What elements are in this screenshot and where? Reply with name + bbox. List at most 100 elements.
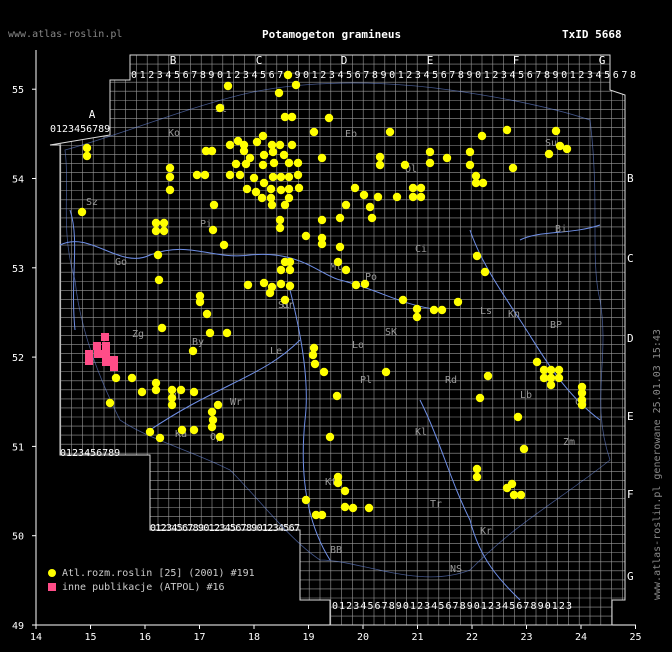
record-dot-atlas xyxy=(335,242,345,252)
record-dot-atlas xyxy=(333,257,343,267)
record-dot-atlas xyxy=(267,200,277,210)
record-dot-atlas xyxy=(231,159,241,169)
record-dot-atlas xyxy=(551,126,561,136)
record-dot-atlas xyxy=(167,385,177,395)
y-tick-label: 53 xyxy=(12,264,24,275)
record-dot-atlas xyxy=(375,152,385,162)
region-label: Sz xyxy=(86,197,98,208)
record-dot-atlas xyxy=(400,160,410,170)
record-dot-atlas xyxy=(259,278,269,288)
record-dot-atlas xyxy=(159,226,169,236)
record-dot-atlas xyxy=(192,170,202,180)
x-tick-label: 22 xyxy=(466,632,478,643)
record-dot-atlas xyxy=(284,184,294,194)
record-dot-atlas xyxy=(137,387,147,397)
yellow-dot-icon xyxy=(48,569,56,577)
atpol-row-label: F xyxy=(627,488,634,501)
region-label: BP xyxy=(550,320,562,331)
record-dot-atlas xyxy=(151,385,161,395)
record-square-atpol xyxy=(101,333,109,341)
region-label: Lo xyxy=(352,340,364,351)
y-tick-label: 55 xyxy=(12,85,24,96)
x-tick-label: 17 xyxy=(193,632,205,643)
record-dot-atlas xyxy=(412,312,422,322)
record-dot-atlas xyxy=(276,172,286,182)
record-dot-atlas xyxy=(301,495,311,505)
record-dot-atlas xyxy=(348,503,358,513)
record-dot-atlas xyxy=(317,153,327,163)
record-dot-atlas xyxy=(258,160,268,170)
record-dot-atlas xyxy=(437,305,447,315)
record-dot-atlas xyxy=(546,380,556,390)
record-dot-atlas xyxy=(279,150,289,160)
record-dot-atlas xyxy=(577,400,587,410)
record-dot-atlas xyxy=(241,159,251,169)
region-label: Kl xyxy=(415,427,427,438)
record-dot-atlas xyxy=(546,365,556,375)
country-border xyxy=(64,82,611,578)
record-square-atpol xyxy=(94,350,102,358)
record-dot-atlas xyxy=(243,280,253,290)
record-dot-atlas xyxy=(291,80,301,90)
record-dot-atlas xyxy=(283,70,293,80)
atpol-row-label: D xyxy=(627,332,634,345)
record-dot-atlas xyxy=(207,422,217,432)
record-dot-atlas xyxy=(151,218,161,228)
record-dot-atlas xyxy=(351,280,361,290)
record-dot-atlas xyxy=(502,483,512,493)
record-dot-atlas xyxy=(235,170,245,180)
record-dot-atlas xyxy=(257,193,267,203)
record-dot-atlas xyxy=(333,478,343,488)
record-square-atpol xyxy=(110,363,118,371)
record-dot-atlas xyxy=(477,131,487,141)
record-dot-atlas xyxy=(308,350,318,360)
y-tick-label: 54 xyxy=(12,175,24,186)
record-dot-atlas xyxy=(332,391,342,401)
record-dot-atlas xyxy=(284,193,294,203)
record-dot-atlas xyxy=(453,297,463,307)
record-dot-atlas xyxy=(275,223,285,233)
x-tick-label: 24 xyxy=(575,632,587,643)
record-dot-atlas xyxy=(268,172,278,182)
record-dot-atlas xyxy=(242,184,252,194)
record-dot-atlas xyxy=(472,251,482,261)
record-dot-atlas xyxy=(287,140,297,150)
record-dot-atlas xyxy=(219,240,229,250)
record-dot-atlas xyxy=(280,295,290,305)
y-tick-label: 51 xyxy=(12,442,24,453)
x-tick-label: 21 xyxy=(411,632,423,643)
record-dot-atlas xyxy=(176,385,186,395)
record-dot-atlas xyxy=(285,281,295,291)
record-dot-atlas xyxy=(188,346,198,356)
record-dot-atlas xyxy=(365,202,375,212)
digit-strip-left-bottom: 0123456789 xyxy=(60,448,120,459)
record-square-atpol xyxy=(102,350,110,358)
region-label: Ci xyxy=(415,244,427,255)
record-dot-atlas xyxy=(398,295,408,305)
record-dot-atlas xyxy=(478,178,488,188)
atpol-column-label: B xyxy=(170,54,177,67)
atpol-column-label: D xyxy=(341,54,348,67)
record-square-atpol xyxy=(110,356,118,364)
record-dot-atlas xyxy=(472,472,482,482)
record-dot-atlas xyxy=(309,127,319,137)
record-dot-atlas xyxy=(195,297,205,307)
record-dot-atlas xyxy=(325,432,335,442)
record-dot-atlas xyxy=(375,160,385,170)
record-dot-atlas xyxy=(266,184,276,194)
x-tick-label: 15 xyxy=(84,632,96,643)
record-dot-atlas xyxy=(317,239,327,249)
legend-item-atlas: Atl.rozm.roslin [25] (2001) #191 xyxy=(48,568,255,579)
site-name[interactable]: www.atlas-roslin.pl xyxy=(8,29,122,40)
record-dot-atlas xyxy=(554,365,564,375)
x-tick-label: 25 xyxy=(629,632,641,643)
record-square-atpol xyxy=(85,357,93,365)
record-dot-atlas xyxy=(562,144,572,154)
record-dot-atlas xyxy=(532,357,542,367)
atpol-column-label: A xyxy=(89,108,96,121)
x-tick-label: 18 xyxy=(248,632,260,643)
record-dot-atlas xyxy=(189,425,199,435)
record-dot-atlas xyxy=(151,226,161,236)
record-dot-atlas xyxy=(341,265,351,275)
record-dot-atlas xyxy=(223,81,233,91)
